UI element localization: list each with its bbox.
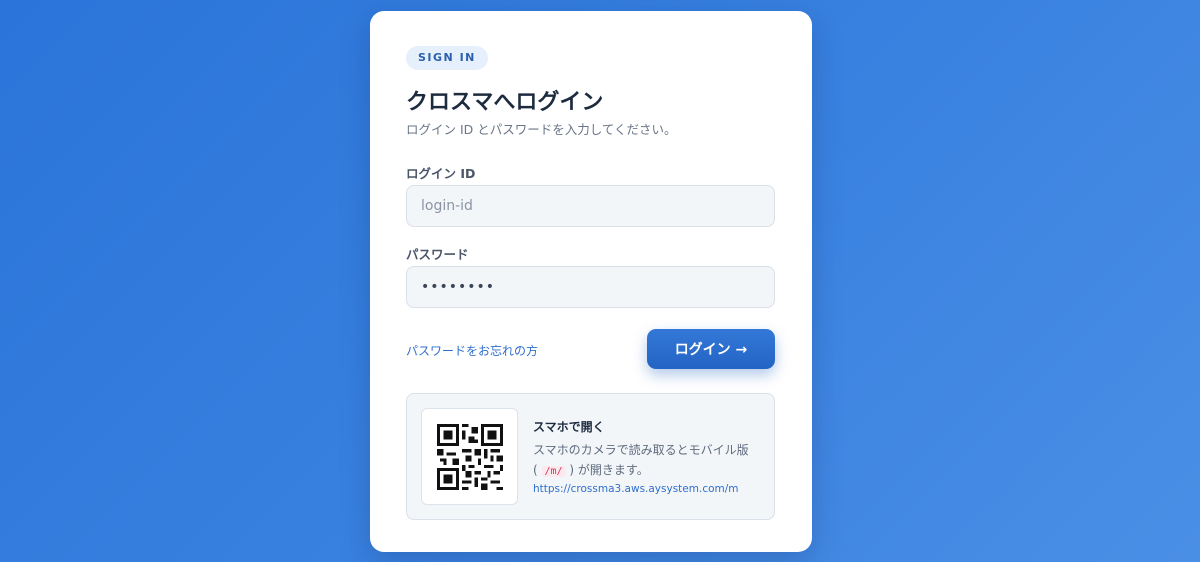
page-subtitle: ログイン ID とパスワードを入力してください。 <box>406 122 677 137</box>
mobile-desc-open: ( <box>533 463 538 477</box>
page-title: クロスマへログイン <box>406 90 604 115</box>
mobile-desc-after: ) が開きます。 <box>569 463 649 477</box>
mobile-description: スマホのカメラで読み取るとモバイル版 ( /m/ ) が開きます。 <box>533 440 763 482</box>
password-label: パスワード <box>406 247 469 262</box>
mobile-qr-panel: スマホで開く スマホのカメラで読み取るとモバイル版 ( /m/ ) が開きます。… <box>406 393 775 520</box>
forgot-password-link[interactable]: パスワードをお忘れの方 <box>406 342 538 359</box>
login-id-label: ログイン ID <box>406 166 476 181</box>
login-card: SIGN IN クロスマへログイン ログイン ID とパスワードを入力してくださ… <box>370 11 812 552</box>
password-input[interactable] <box>406 266 775 308</box>
qr-code-icon <box>437 424 503 490</box>
mobile-url[interactable]: https://crossma3.aws.aysystem.com/m <box>533 483 739 495</box>
mobile-path-code: /m/ <box>541 466 566 477</box>
sign-in-badge: SIGN IN <box>406 46 488 70</box>
mobile-title: スマホで開く <box>533 420 605 434</box>
mobile-desc-before: スマホのカメラで読み取るとモバイル版 <box>533 443 749 457</box>
qr-code-frame <box>421 408 518 505</box>
login-id-input[interactable] <box>406 185 775 227</box>
login-button[interactable]: ログイン → <box>647 329 775 369</box>
